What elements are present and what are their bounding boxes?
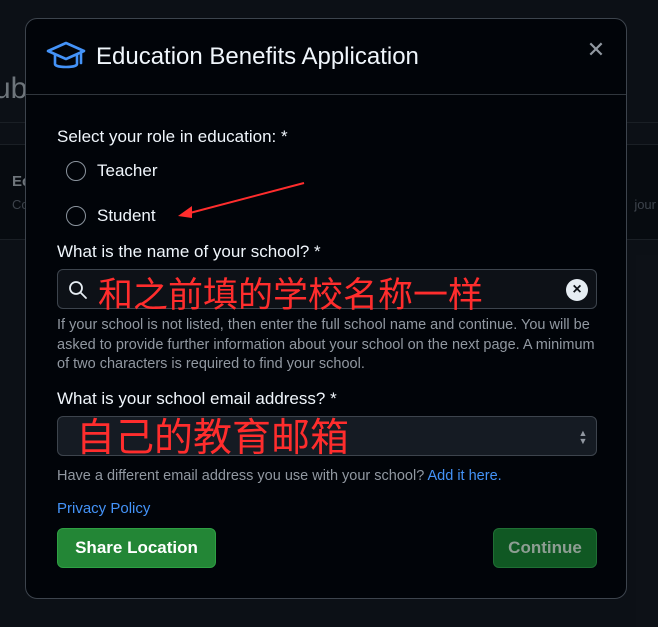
email-label: What is your school email address? * (57, 389, 337, 408)
school-name-label: What is the name of your school? * (57, 242, 321, 261)
school-search-value: 和之前填的学校名称一样 (98, 276, 484, 316)
clear-icon[interactable]: × (566, 279, 588, 301)
school-help-text: If your school is not listed, then enter… (57, 317, 595, 372)
dialog-header: Education Benefits Application ✕ (26, 19, 626, 95)
close-icon[interactable]: ✕ (584, 39, 608, 63)
dialog-title: Education Benefits Application (96, 43, 419, 70)
email-select-value: 自己的教育邮箱 (76, 416, 350, 461)
email-note-text: Have a different email address you use w… (57, 468, 425, 484)
school-search-input[interactable]: 和之前填的学校名称一样 × (57, 269, 597, 316)
radio-student[interactable]: Student (66, 206, 156, 226)
role-label: Select your role in education: * (57, 127, 288, 146)
graduation-cap-icon (46, 41, 86, 69)
search-icon (69, 281, 87, 299)
radio-button[interactable] (66, 206, 86, 226)
email-note: Have a different email address you use w… (57, 468, 502, 484)
privacy-policy-link[interactable]: Privacy Policy (57, 500, 150, 517)
email-select[interactable]: 自己的教育邮箱 ▲ ▼ (57, 416, 597, 461)
education-benefits-dialog: Education Benefits Application ✕ Select … (25, 18, 627, 599)
radio-button[interactable] (66, 161, 86, 181)
share-location-button[interactable]: Share Location (57, 528, 216, 568)
radio-teacher[interactable]: Teacher (66, 161, 157, 181)
radio-label-student: Student (97, 206, 156, 225)
radio-label-teacher: Teacher (97, 161, 158, 180)
select-arrows-icon: ▲ ▼ (578, 428, 588, 446)
continue-button[interactable]: Continue (493, 528, 597, 568)
add-email-link[interactable]: Add it here. (428, 468, 502, 484)
